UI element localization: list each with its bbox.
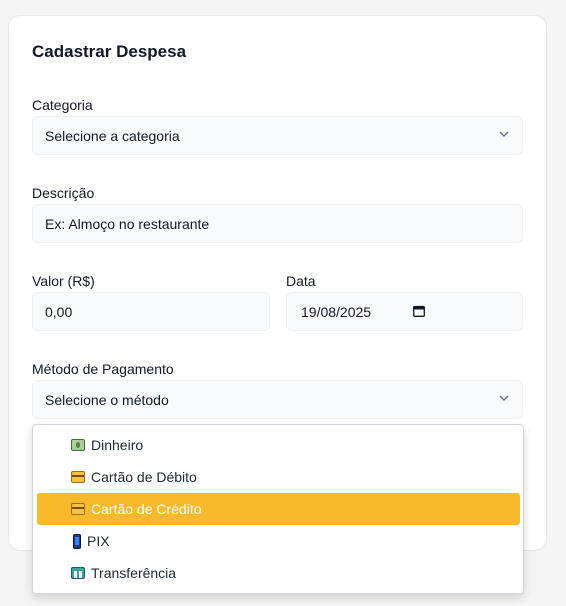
option-label: Dinheiro	[91, 437, 144, 453]
value-label: Valor (R$)	[32, 273, 95, 289]
description-input[interactable]: Ex: Almoço no restaurante	[32, 204, 523, 243]
value-placeholder: 0,00	[45, 303, 73, 320]
mobile-phone-icon	[73, 533, 81, 549]
category-select-value: Selecione a categoria	[45, 127, 180, 144]
bank-icon	[71, 567, 85, 579]
cash-icon	[71, 439, 85, 451]
description-placeholder: Ex: Almoço no restaurante	[45, 215, 210, 232]
payment-method-select-value: Selecione o método	[45, 391, 169, 408]
payment-option-dinheiro[interactable]: Dinheiro	[37, 429, 520, 461]
description-label: Descrição	[32, 185, 95, 201]
payment-method-dropdown: Dinheiro Cartão de Débito Cartão de Créd…	[32, 424, 524, 594]
category-label: Categoria	[32, 97, 93, 113]
option-label: Cartão de Débito	[91, 469, 197, 485]
category-select[interactable]: Selecione a categoria	[32, 116, 523, 155]
payment-option-cartao-credito[interactable]: Cartão de Crédito	[37, 493, 520, 525]
payment-method-select[interactable]: Selecione o método	[32, 380, 523, 419]
calendar-icon[interactable]	[413, 305, 425, 317]
date-input[interactable]: 19/08/2025	[286, 292, 523, 331]
payment-option-cartao-debito[interactable]: Cartão de Débito	[37, 461, 520, 493]
option-label: Transferência	[91, 565, 177, 581]
date-label: Data	[286, 273, 316, 289]
chevron-down-icon	[499, 395, 509, 401]
payment-option-pix[interactable]: PIX	[37, 525, 520, 557]
credit-card-icon	[71, 503, 85, 515]
payment-option-transferencia[interactable]: Transferência	[37, 557, 520, 589]
value-input[interactable]: 0,00	[32, 292, 270, 331]
chevron-down-icon	[499, 131, 509, 137]
option-label: PIX	[87, 533, 110, 549]
date-value: 19/08/2025	[301, 304, 372, 320]
option-label: Cartão de Crédito	[91, 501, 202, 517]
credit-card-icon	[71, 471, 85, 483]
form-title: Cadastrar Despesa	[32, 42, 187, 61]
payment-method-label: Método de Pagamento	[32, 361, 174, 377]
